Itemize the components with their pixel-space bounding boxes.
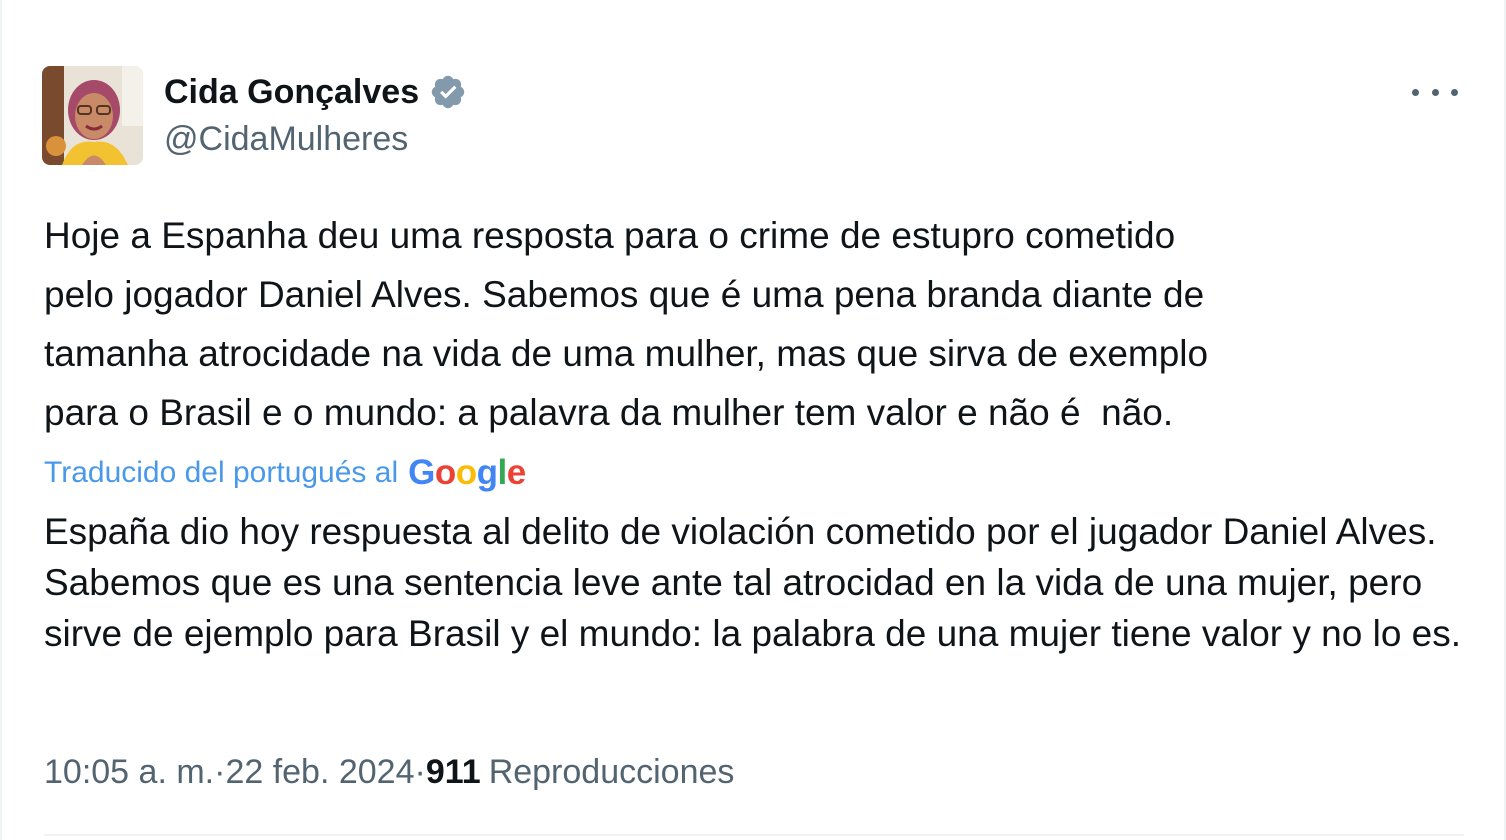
tweet-translated-text: España dio hoy respuesta al delito de vi… <box>44 511 1462 654</box>
more-options-button[interactable] <box>1412 80 1458 104</box>
tweet-meta: 10:05 a. m. · 22 feb. 2024 · 911 Reprodu… <box>44 748 734 796</box>
meta-separator: · <box>414 752 426 791</box>
views-label: Reproducciones <box>488 752 735 791</box>
google-logo: Google <box>408 453 526 492</box>
views-count: 911 <box>425 752 481 791</box>
tweet-card: Cida Gonçalves @CidaMulheres Hoje a Espa… <box>0 0 1506 840</box>
author-handle[interactable]: @CidaMulheres <box>164 120 408 159</box>
translation-label[interactable]: Traducido del portugués al <box>44 456 398 490</box>
more-dot-icon <box>1431 88 1439 96</box>
tweet-date[interactable]: 22 feb. 2024 <box>225 753 414 792</box>
meta-separator: · <box>214 752 226 791</box>
avatar[interactable] <box>42 66 143 165</box>
more-dot-icon <box>1451 88 1458 96</box>
avatar-photo <box>42 66 143 165</box>
tweet-original-text: Hoje a Espanha deu uma resposta para o c… <box>44 215 1209 433</box>
tweet-time[interactable]: 10:05 a. m. <box>44 753 214 792</box>
more-dot-icon <box>1412 88 1419 96</box>
translation-attribution[interactable]: Traducido del portugués al Google <box>44 450 526 496</box>
verified-badge-icon <box>429 73 467 111</box>
author-display-name[interactable]: Cida Gonçalves <box>164 73 419 112</box>
divider <box>44 834 1464 836</box>
author-name-row[interactable]: Cida Gonçalves <box>164 70 467 114</box>
